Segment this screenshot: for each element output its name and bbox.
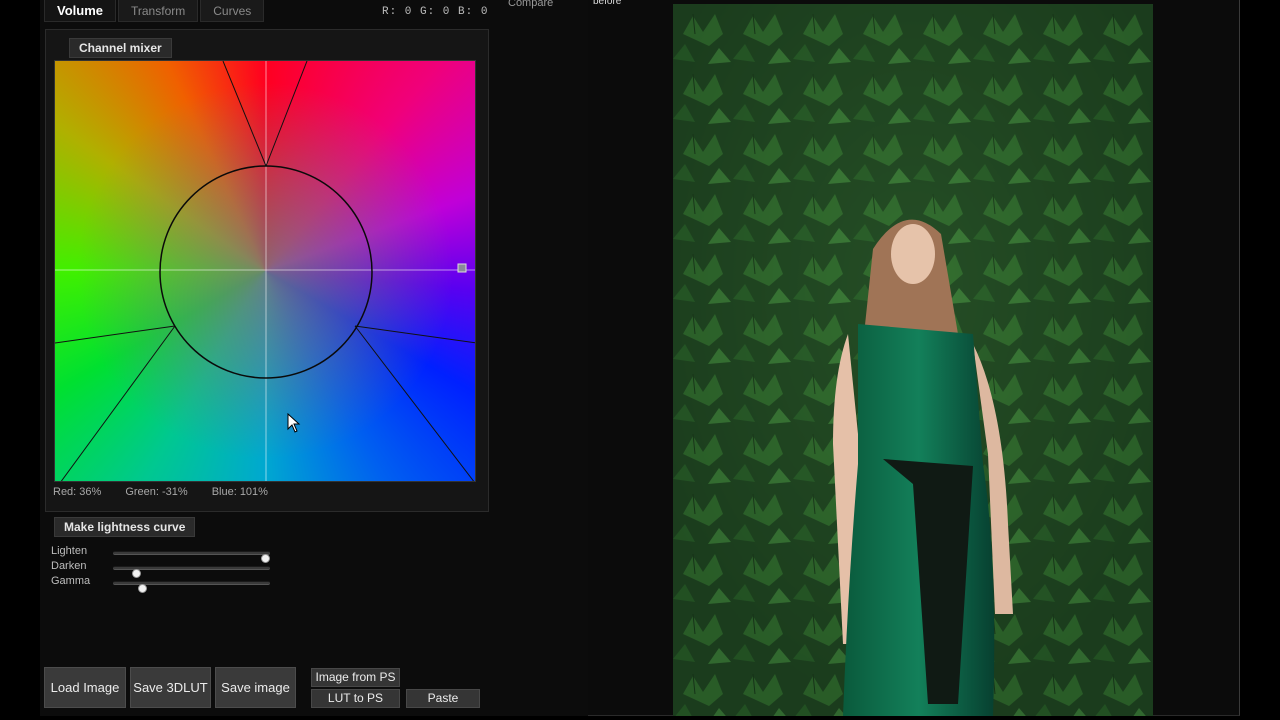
- save-3dlut-button[interactable]: Save 3DLUT: [130, 667, 211, 708]
- before-label: before: [593, 0, 622, 7]
- sector-line: [265, 61, 308, 167]
- sector-line: [354, 325, 475, 481]
- sector-line: [55, 325, 176, 344]
- color-wheel-overlay: [55, 61, 475, 481]
- channel-mixer-panel: Channel mixer Red: 36% Green: -31% Blue:…: [45, 29, 489, 512]
- tab-bar: Volume Transform Curves: [44, 0, 266, 22]
- channel-mixer-button[interactable]: Channel mixer: [69, 38, 172, 58]
- tab-transform[interactable]: Transform: [118, 0, 199, 22]
- paste-button[interactable]: Paste: [406, 689, 480, 708]
- gamma-slider-row: Gamma: [51, 575, 311, 593]
- control-panel: Volume Transform Curves R: 0 G: 0 B: 0 C…: [40, 0, 621, 716]
- image-from-ps-button[interactable]: Image from PS: [311, 668, 400, 687]
- lighten-slider-row: Lighten: [51, 545, 311, 563]
- darken-slider[interactable]: [113, 566, 270, 578]
- blue-value: Blue: 101%: [211, 486, 268, 498]
- mouse-cursor-icon: [287, 413, 301, 433]
- darken-label: Darken: [51, 560, 87, 572]
- lut-to-ps-button[interactable]: LUT to PS: [311, 689, 400, 708]
- image-preview[interactable]: [673, 4, 1153, 716]
- tab-volume[interactable]: Volume: [44, 0, 116, 22]
- rgb-readout: R: 0 G: 0 B: 0: [382, 6, 489, 18]
- mix-handle[interactable]: [457, 263, 467, 273]
- darken-slider-row: Darken: [51, 560, 311, 578]
- tab-curves[interactable]: Curves: [200, 0, 265, 22]
- gamma-slider[interactable]: [113, 581, 270, 593]
- sector-line: [354, 325, 475, 344]
- preview-photo: [673, 4, 1153, 716]
- sector-line: [222, 61, 267, 167]
- sector-line: [60, 325, 176, 481]
- load-image-button[interactable]: Load Image: [44, 667, 126, 708]
- gamma-thumb[interactable]: [138, 584, 148, 593]
- compare-label[interactable]: Compare: [508, 0, 553, 9]
- channel-values: Red: 36% Green: -31% Blue: 101%: [53, 486, 268, 498]
- make-lightness-curve-button[interactable]: Make lightness curve: [54, 517, 196, 537]
- gamma-label: Gamma: [51, 575, 91, 587]
- app-window: Volume Transform Curves R: 0 G: 0 B: 0 C…: [40, 0, 1240, 716]
- lighten-label: Lighten: [51, 545, 88, 557]
- lighten-slider[interactable]: [113, 551, 270, 563]
- red-value: Red: 36%: [53, 486, 102, 498]
- save-image-button[interactable]: Save image: [215, 667, 296, 708]
- face: [891, 224, 935, 284]
- color-wheel[interactable]: [54, 60, 476, 482]
- green-value: Green: -31%: [125, 486, 188, 498]
